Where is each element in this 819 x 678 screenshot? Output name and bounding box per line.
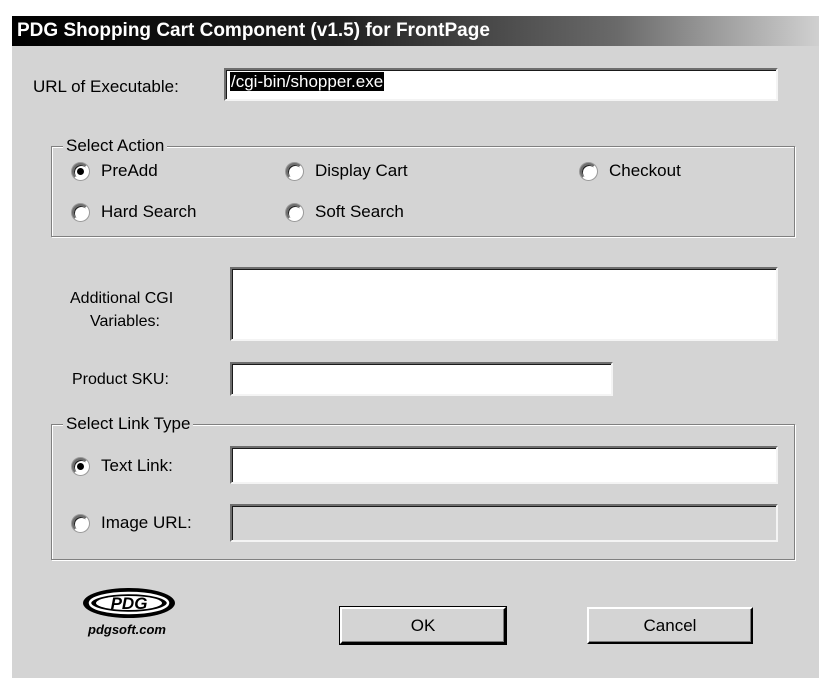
radio-text-link-label: Text Link: — [101, 456, 173, 475]
cancel-button-label: Cancel — [643, 615, 697, 635]
image-url-input[interactable] — [230, 504, 778, 542]
radio-hard-search-label: Hard Search — [101, 202, 197, 221]
radio-checkout[interactable]: Checkout — [580, 161, 681, 181]
radio-soft-search-label: Soft Search — [315, 202, 404, 221]
radio-checkout-label: Checkout — [609, 161, 681, 180]
radio-button[interactable] — [580, 162, 597, 180]
radio-button-checked[interactable] — [72, 162, 89, 180]
title-bar: PDG Shopping Cart Component (v1.5) for F… — [12, 16, 819, 46]
radio-button-checked[interactable] — [72, 457, 89, 475]
radio-button[interactable] — [286, 162, 303, 180]
select-action-group: Select Action — [51, 136, 795, 237]
dialog-window: PDG Shopping Cart Component (v1.5) for F… — [10, 14, 819, 678]
cancel-button[interactable]: Cancel — [587, 607, 753, 644]
url-value: /cgi-bin/shopper.exe — [230, 72, 385, 91]
ok-button[interactable]: OK — [339, 606, 507, 645]
text-link-input[interactable] — [230, 446, 778, 484]
url-input[interactable]: /cgi-bin/shopper.exe — [224, 68, 778, 101]
radio-image-url-label: Image URL: — [101, 513, 192, 532]
cgi-label-line2: Variables: — [90, 313, 160, 330]
dialog-title: PDG Shopping Cart Component (v1.5) for F… — [17, 20, 490, 41]
radio-image-url[interactable]: Image URL: — [72, 513, 192, 533]
sku-input[interactable] — [230, 362, 613, 396]
cgi-variables-textarea[interactable] — [230, 267, 778, 341]
pdg-logo: PDG pdgsoft.com — [75, 584, 185, 644]
radio-soft-search[interactable]: Soft Search — [286, 202, 404, 222]
radio-text-link[interactable]: Text Link: — [72, 456, 173, 476]
select-action-legend: Select Action — [63, 136, 168, 156]
radio-preadd[interactable]: PreAdd — [72, 161, 158, 181]
radio-button[interactable] — [72, 514, 89, 532]
ok-button-label: OK — [410, 615, 436, 635]
radio-button[interactable] — [286, 203, 303, 221]
radio-display-cart-label: Display Cart — [315, 161, 408, 180]
radio-hard-search[interactable]: Hard Search — [72, 202, 196, 222]
radio-preadd-label: PreAdd — [101, 161, 158, 180]
logo-text: PDG — [111, 594, 148, 613]
sku-label: Product SKU: — [72, 371, 169, 388]
logo-site: pdgsoft.com — [87, 622, 166, 637]
pdg-logo-graphic: PDG pdgsoft.com — [83, 588, 175, 637]
select-link-type-legend: Select Link Type — [63, 414, 194, 434]
url-label: URL of Executable: — [33, 77, 179, 96]
radio-button[interactable] — [72, 203, 89, 221]
radio-display-cart[interactable]: Display Cart — [286, 161, 408, 181]
cgi-label-line1: Additional CGI — [70, 290, 174, 307]
